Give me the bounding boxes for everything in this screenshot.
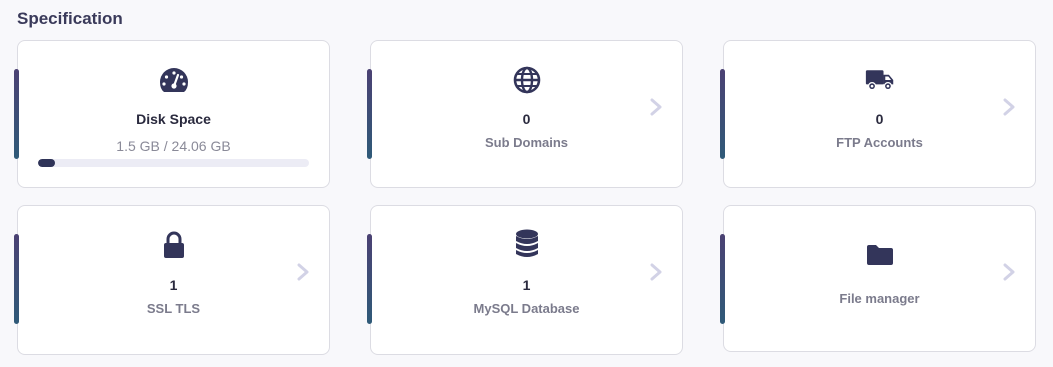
ssl-tls-label: SSL TLS	[146, 301, 201, 316]
section-title: Specification	[17, 9, 123, 28]
disk-usage-text: 1.5 GB / 24.06 GB	[116, 138, 231, 154]
sub-domains-count: 0	[522, 111, 531, 127]
file-manager-card[interactable]: File manager	[720, 205, 1036, 352]
disk-space-card: Disk Space 1.5 GB / 24.06 GB	[14, 40, 330, 188]
card-accent-bar	[720, 234, 725, 324]
database-icon	[512, 229, 542, 259]
chevron-right-icon[interactable]	[650, 98, 662, 116]
ftp-accounts-label: FTP Accounts	[836, 135, 923, 150]
globe-icon	[512, 65, 542, 95]
ssl-tls-count: 1	[169, 277, 178, 293]
speedometer-icon	[159, 65, 189, 95]
ssl-tls-card[interactable]: 1 SSL TLS	[14, 205, 330, 355]
ftp-accounts-card[interactable]: 0 FTP Accounts	[720, 40, 1036, 188]
truck-icon	[865, 65, 895, 95]
mysql-database-count: 1	[522, 277, 531, 293]
folder-icon	[865, 240, 895, 270]
chevron-right-icon[interactable]	[1003, 98, 1015, 116]
sub-domains-label: Sub Domains	[484, 135, 569, 150]
sub-domains-card[interactable]: 0 Sub Domains	[367, 40, 683, 188]
disk-space-title: Disk Space	[136, 111, 211, 127]
disk-usage-progress	[38, 159, 309, 167]
disk-usage-progress-fill	[38, 159, 55, 167]
chevron-right-icon[interactable]	[650, 263, 662, 281]
mysql-database-card[interactable]: 1 MySQL Database	[367, 205, 683, 355]
chevron-right-icon[interactable]	[297, 263, 309, 281]
lock-icon	[159, 230, 189, 260]
chevron-right-icon[interactable]	[1003, 263, 1015, 281]
file-manager-label: File manager	[839, 291, 920, 306]
ftp-accounts-count: 0	[875, 111, 884, 127]
mysql-database-label: MySQL Database	[473, 301, 580, 316]
